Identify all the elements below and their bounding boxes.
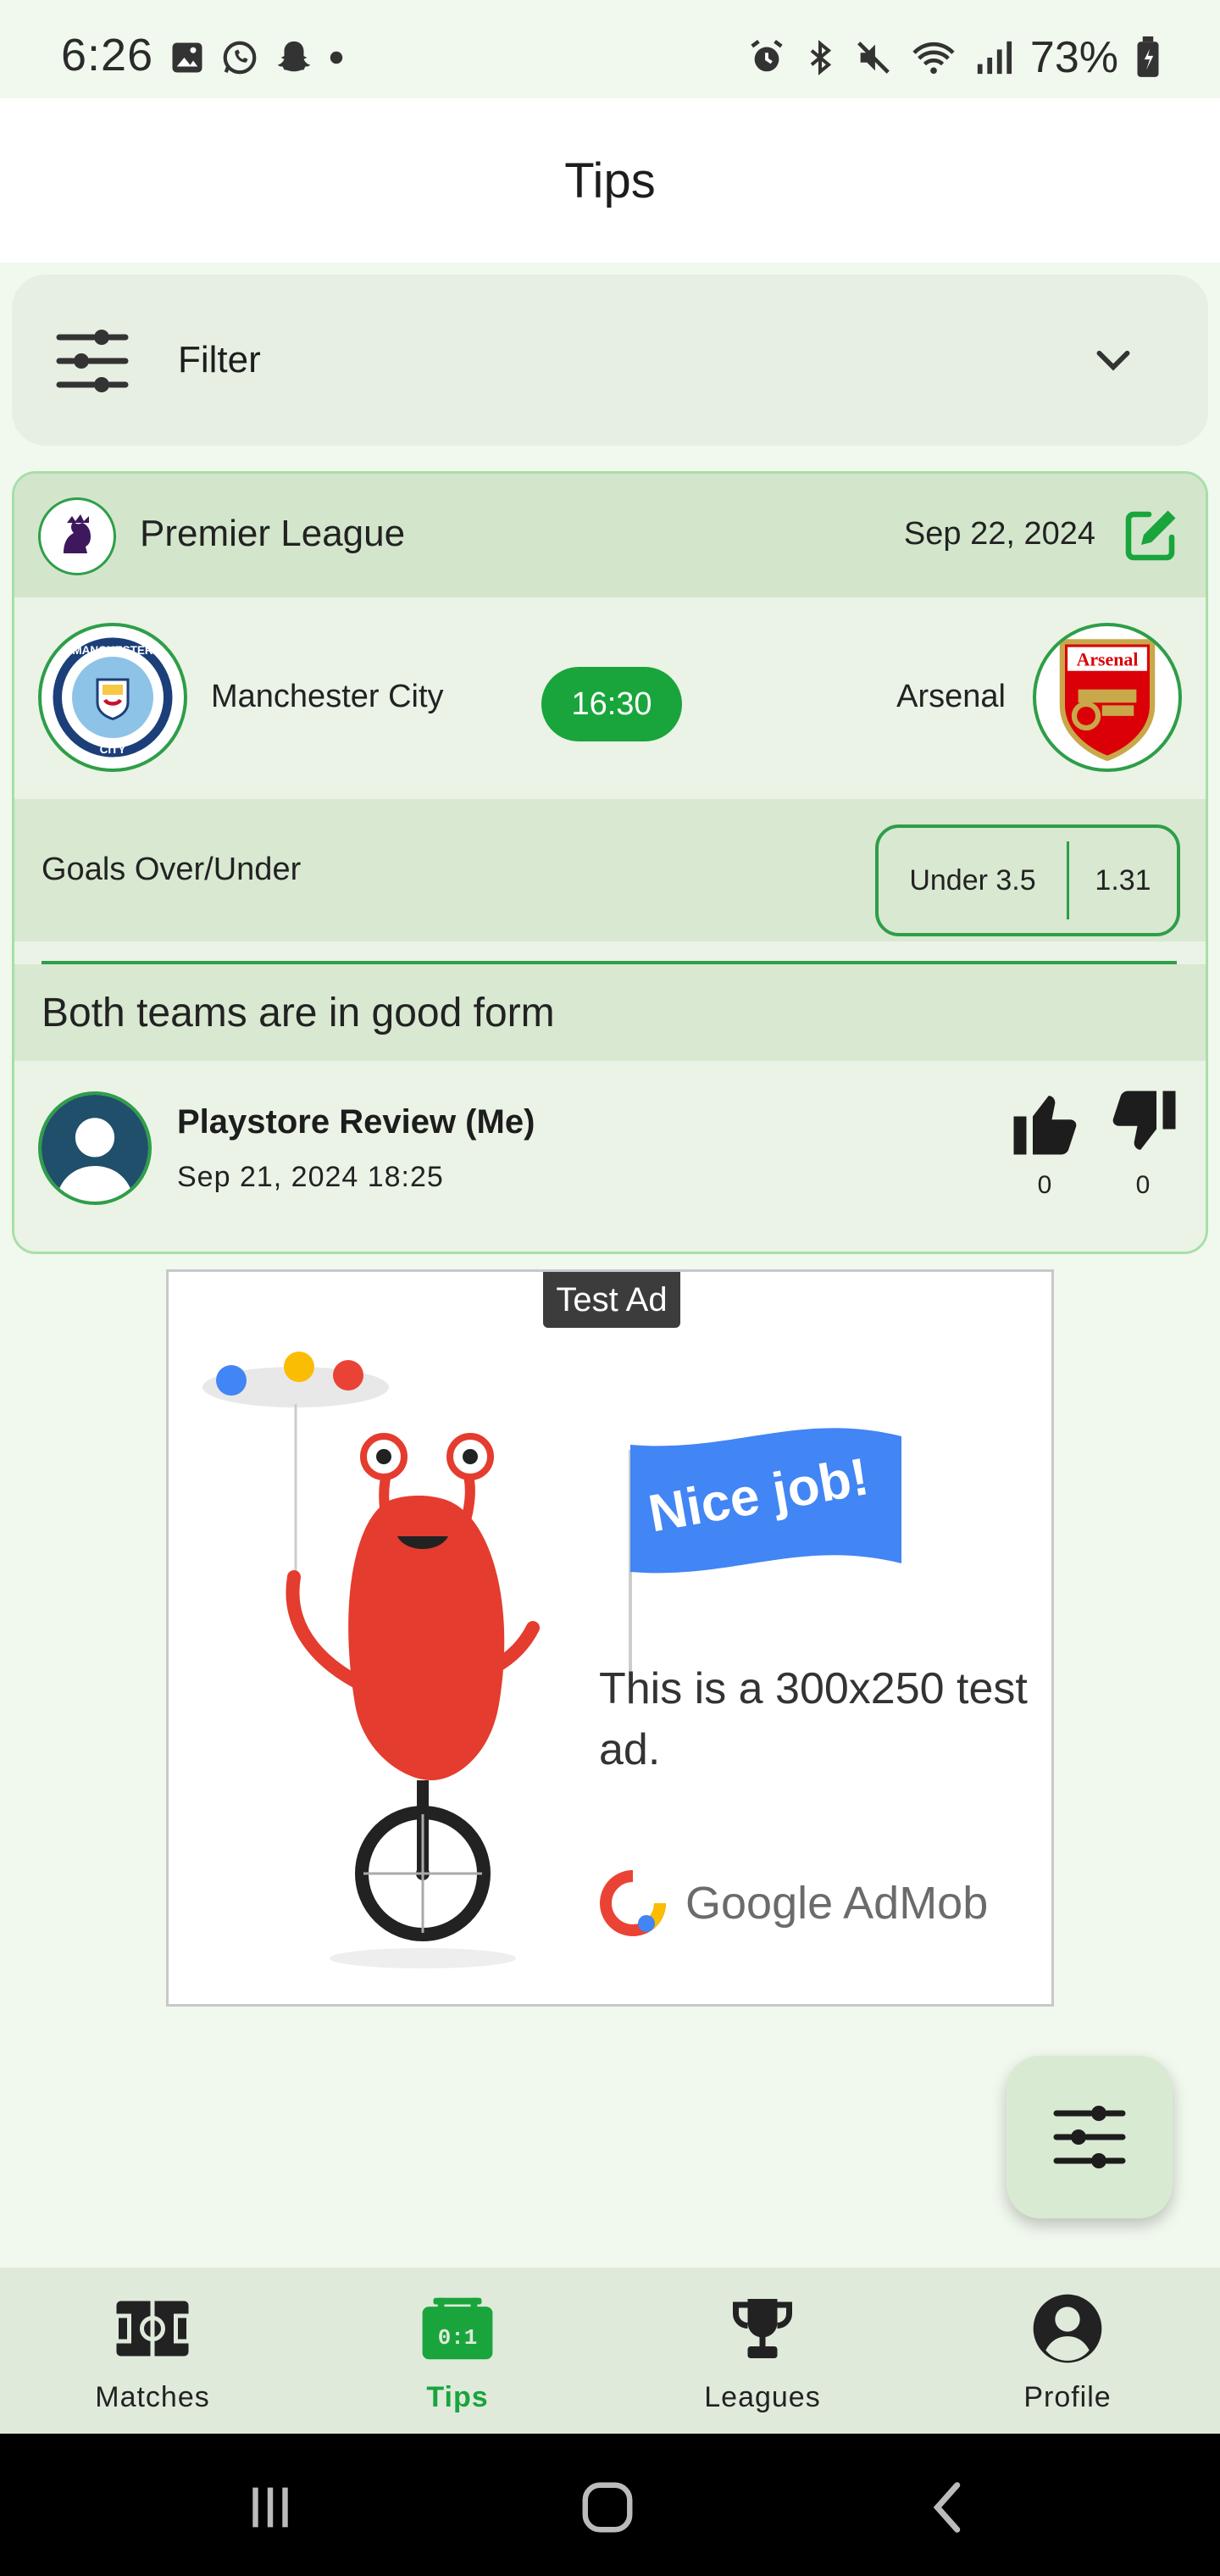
- arsenal-logo: Arsenal: [1033, 623, 1182, 772]
- admob-logo-icon: [600, 1870, 666, 1936]
- like-count: 0: [1037, 1171, 1052, 1199]
- thumbs-down-icon[interactable]: [1106, 1085, 1182, 1161]
- tip-card[interactable]: Premier League Sep 22, 2024 MANCHESTER C…: [12, 471, 1208, 1254]
- scoreboard-icon: 0:1: [417, 2288, 498, 2369]
- ad-body-text: This is a 300x250 test ad.: [599, 1664, 1028, 1774]
- filter-sliders-icon: [1053, 2106, 1126, 2168]
- crest-top-text: MANCHESTER: [72, 644, 153, 657]
- edit-icon[interactable]: [1121, 504, 1182, 565]
- dot-icon: [330, 51, 343, 64]
- test-ad[interactable]: Nice job! Test Ad This is a 300x250 test…: [166, 1269, 1054, 2007]
- admob-brand: Google AdMob: [599, 1865, 988, 1941]
- status-time: 6:26: [61, 30, 154, 80]
- filter-panel[interactable]: Filter: [12, 275, 1208, 446]
- nav-tips[interactable]: 0:1 Tips: [305, 2268, 610, 2434]
- home-team-name: Manchester City: [211, 679, 444, 714]
- filter-sliders-icon: [56, 330, 129, 392]
- league-name: Premier League: [140, 513, 406, 554]
- system-navigation-bar: [0, 2434, 1220, 2576]
- page-title: Tips: [564, 153, 656, 208]
- bottom-navigation: Matches 0:1 Tips Leagues Profile: [0, 2268, 1220, 2434]
- nav-label: Leagues: [704, 2381, 821, 2413]
- kickoff-time: 16:30: [541, 667, 682, 741]
- signal-icon: [977, 41, 1012, 75]
- nav-label: Profile: [1023, 2381, 1112, 2413]
- nav-profile[interactable]: Profile: [915, 2268, 1220, 2434]
- match-row: MANCHESTER CITY Manchester City 16:30 Ar…: [14, 597, 1206, 799]
- trophy-icon: [722, 2288, 803, 2369]
- author-row: Playstore Review (Me) Sep 21, 2024 18:25…: [14, 1061, 1206, 1252]
- mute-icon: [857, 42, 890, 74]
- nav-leagues[interactable]: Leagues: [610, 2268, 915, 2434]
- battery-icon: [1137, 36, 1159, 77]
- thumbs-up-icon[interactable]: [1007, 1085, 1084, 1161]
- avatar[interactable]: [38, 1091, 152, 1205]
- crest-text: Arsenal: [1077, 650, 1139, 670]
- filter-fab[interactable]: [1006, 2056, 1173, 2218]
- person-silhouette-icon: [42, 1095, 148, 1202]
- manchester-city-logo: MANCHESTER CITY: [38, 623, 187, 772]
- match-date: Sep 22, 2024: [903, 516, 1095, 552]
- market-label: Goals Over/Under: [42, 852, 302, 887]
- lion-icon: [45, 504, 109, 569]
- tip-comment: Both teams are in good form: [42, 991, 555, 1035]
- nav-label: Tips: [426, 2381, 489, 2413]
- pitch-icon: [112, 2288, 193, 2369]
- pick-label: Under 3.5: [909, 863, 1036, 897]
- alarm-icon: [751, 39, 783, 72]
- author-name: Playstore Review (Me): [177, 1103, 535, 1141]
- comment-row: Both teams are in good form: [14, 964, 1206, 1061]
- back-icon[interactable]: [920, 2478, 979, 2537]
- market-row: Goals Over/Under Under 3.5 1.31: [14, 799, 1206, 941]
- nav-label: Matches: [95, 2381, 210, 2413]
- crest-bottom-text: CITY: [100, 743, 126, 756]
- card-header: Premier League Sep 22, 2024: [14, 474, 1206, 597]
- svg-text:0:1: 0:1: [438, 2325, 478, 2351]
- chevron-down-icon[interactable]: [1095, 342, 1132, 380]
- battery-percent: 73%: [1029, 33, 1118, 82]
- gallery-icon: [172, 42, 202, 73]
- status-system-icons: 73%: [747, 33, 1161, 82]
- app-header: Tips: [0, 98, 1220, 263]
- status-bar: 6:26 73%: [0, 0, 1220, 98]
- admob-brand-text: Google AdMob: [685, 1878, 989, 1929]
- wifi-icon: [912, 42, 955, 75]
- odds-box: Under 3.5 1.31: [875, 824, 1180, 936]
- home-icon[interactable]: [578, 2478, 637, 2537]
- post-time: Sep 21, 2024 18:25: [177, 1161, 444, 1193]
- nav-matches[interactable]: Matches: [0, 2268, 305, 2434]
- club-crest-icon: MANCHESTER CITY: [53, 637, 173, 758]
- dislike-count: 0: [1135, 1171, 1151, 1199]
- club-crest-icon: Arsenal: [1059, 639, 1156, 761]
- recent-apps-icon[interactable]: [241, 2478, 300, 2537]
- whatsapp-icon: [223, 41, 257, 75]
- away-team-name: Arsenal: [896, 679, 1006, 714]
- account-icon: [1027, 2288, 1108, 2369]
- filter-label: Filter: [178, 339, 261, 380]
- bluetooth-icon: [810, 40, 832, 75]
- odds-value: 1.31: [1095, 863, 1151, 897]
- snapchat-icon: [277, 41, 311, 72]
- premier-league-logo: [38, 497, 116, 575]
- status-notification-icons: [169, 37, 344, 78]
- test-ad-badge: Test Ad: [543, 1272, 680, 1328]
